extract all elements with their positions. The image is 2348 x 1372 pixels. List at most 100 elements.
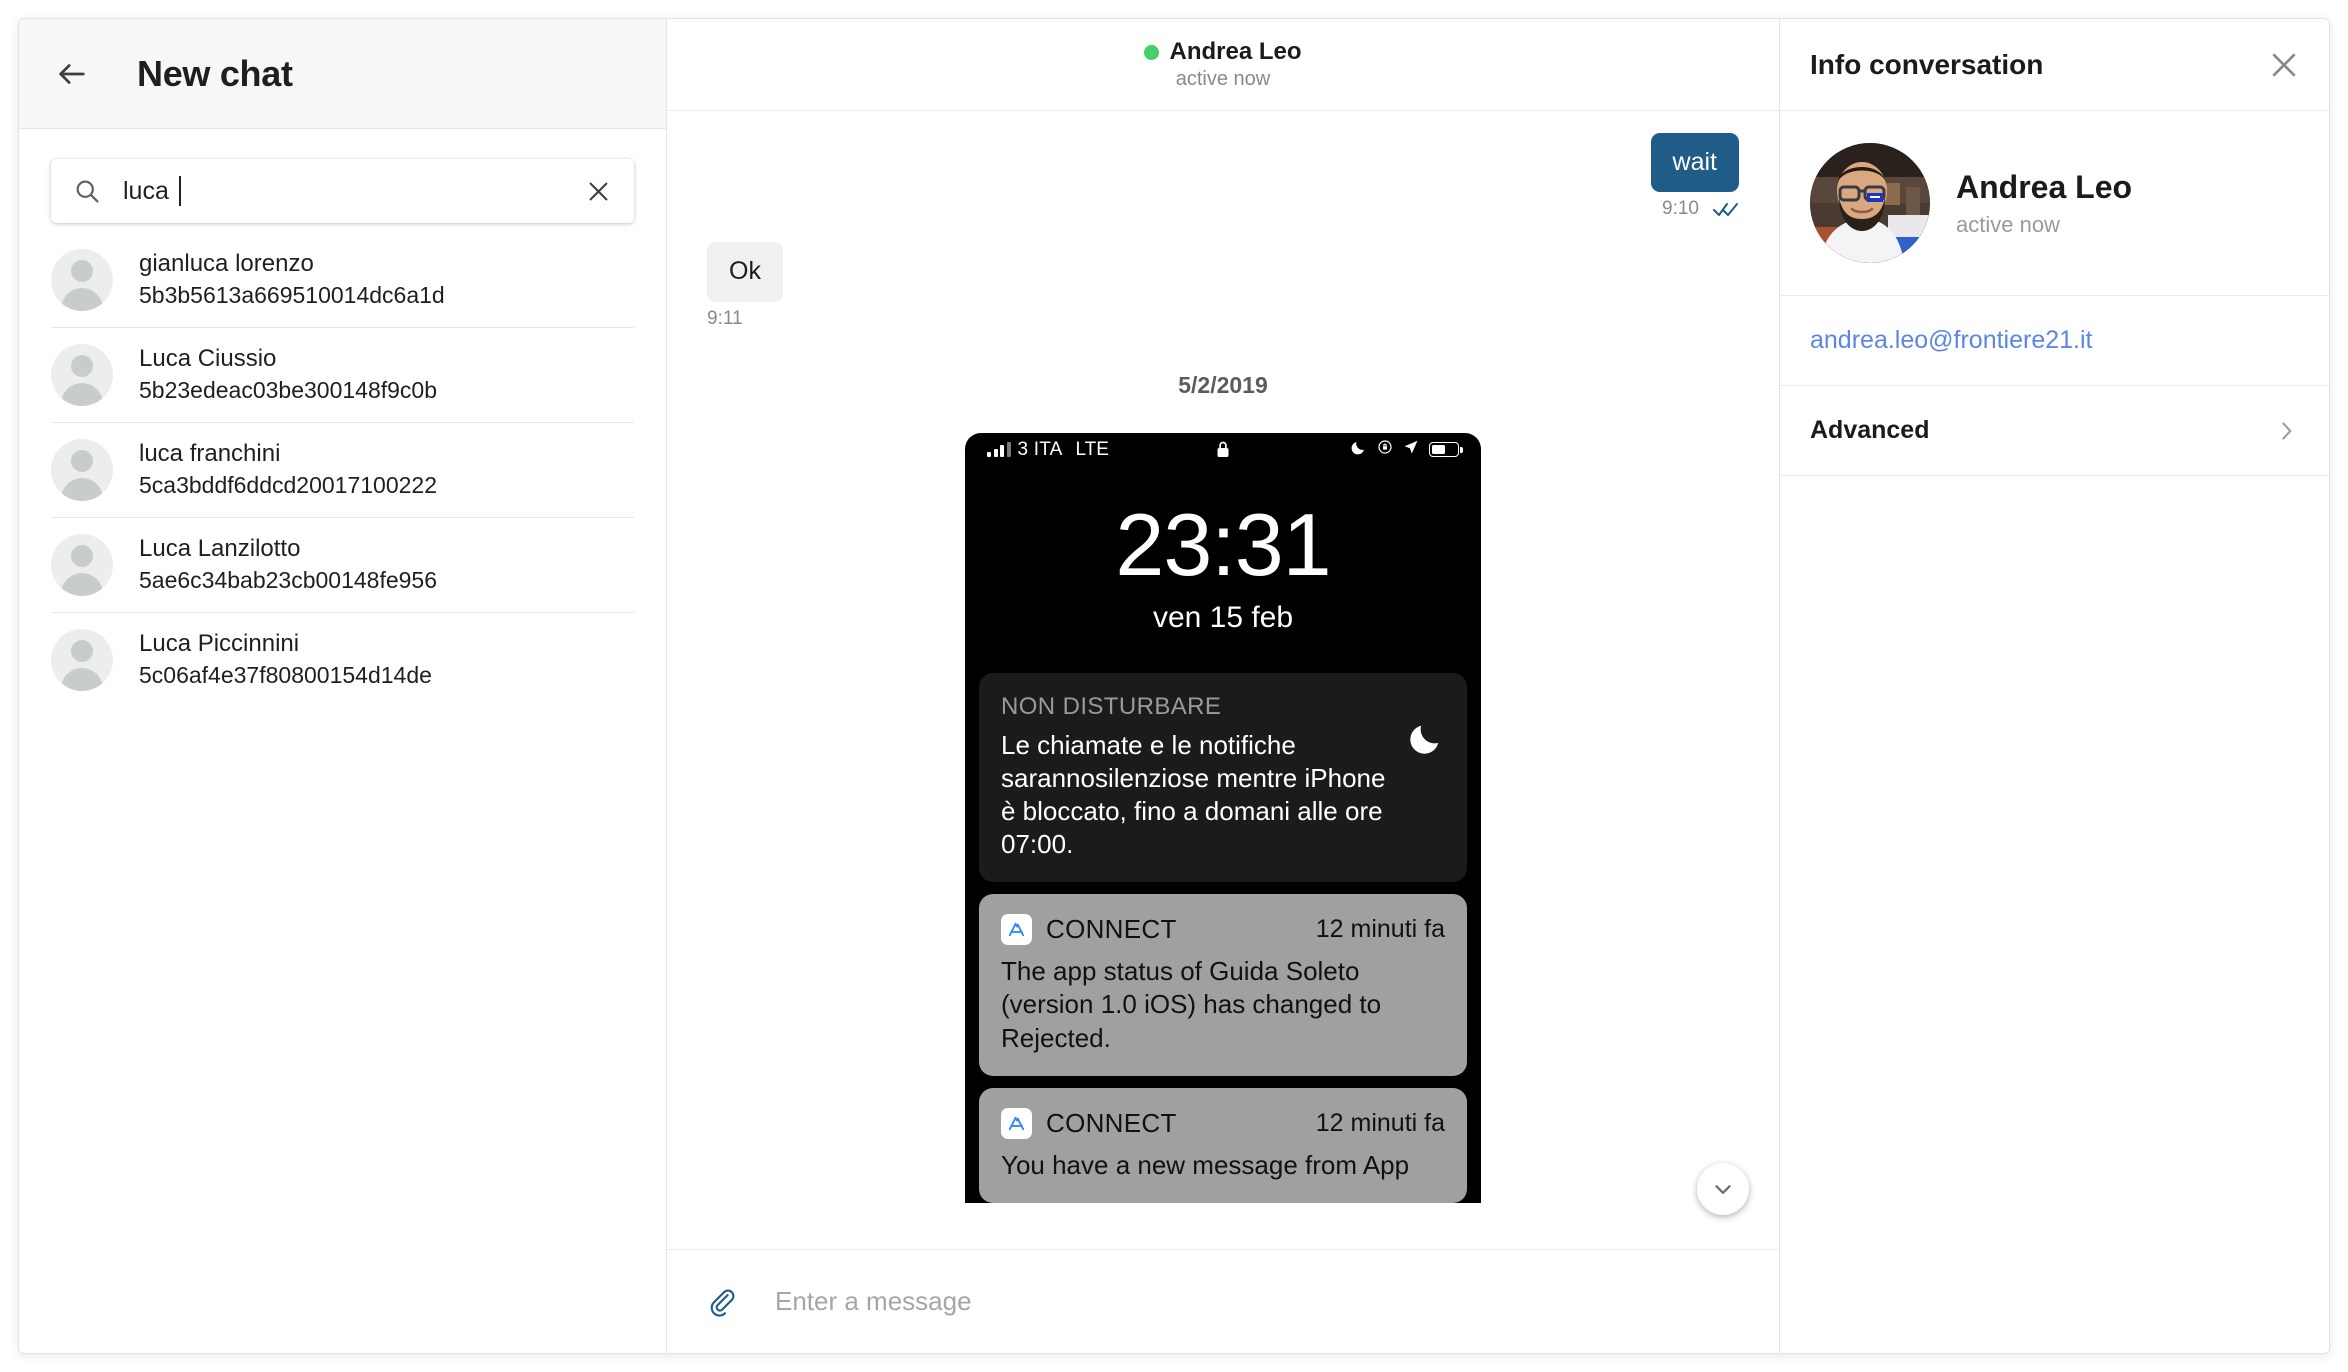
network-label: LTE (1075, 438, 1109, 460)
contact-name: Luca Lanzilotto (139, 535, 301, 563)
lockscreen-clock: 23:31 ven 15 feb (965, 467, 1481, 635)
avatar (51, 249, 113, 311)
conversation-title: Andrea Leo (1144, 38, 1302, 66)
conversation-contact-name: Andrea Leo (1169, 38, 1302, 65)
search-input[interactable]: luca (51, 159, 634, 223)
contact-id: 5b3b5613a669510014dc6a1d (139, 282, 445, 309)
message-meta: 9:10 (1662, 198, 1739, 220)
date-divider: 5/2/2019 (1178, 371, 1268, 398)
list-item[interactable]: gianluca lorenzo 5b3b5613a669510014dc6a1… (51, 233, 634, 328)
text-caret (178, 176, 181, 206)
contact-text: luca franchini 5ca3bddf6ddcd20017100222 (139, 440, 437, 499)
back-arrow-icon[interactable] (55, 57, 89, 91)
message-input[interactable] (775, 1286, 1739, 1317)
rotation-lock-icon (1377, 439, 1393, 461)
app-store-icon (1001, 1107, 1032, 1139)
read-receipt-icon (1713, 200, 1739, 218)
lock-icon (1216, 440, 1231, 459)
contact-name: luca franchini (139, 440, 281, 468)
avatar (51, 629, 113, 691)
notification-list: NON DISTURBARE Le chiamate e le notifich… (965, 635, 1481, 1203)
list-item[interactable]: Luca Ciussio 5b23edeac03be300148f9c0b (51, 328, 634, 423)
avatar (51, 534, 113, 596)
status-bar-left: 3 ITA LTE (987, 439, 1109, 461)
message-outgoing: wait 9:10 (707, 133, 1739, 220)
new-chat-panel: New chat luca gianluca lorenzo 5b3b5613a… (19, 19, 667, 1353)
contact-name: Luca Ciussio (139, 345, 277, 373)
message-composer (667, 1249, 1779, 1353)
avatar (51, 344, 113, 406)
contact-results-list: gianluca lorenzo 5b3b5613a669510014dc6a1… (19, 233, 666, 707)
notification-app-name: CONNECT (1046, 1107, 1177, 1138)
online-status-dot (1144, 44, 1160, 60)
contact-id: 5b23edeac03be300148f9c0b (139, 377, 438, 404)
dnd-body: NON DISTURBARE Le chiamate e le notifich… (1001, 693, 1395, 862)
contact-id: 5ae6c34bab23cb00148fe956 (139, 567, 438, 594)
chevron-right-icon (2273, 418, 2299, 444)
list-item[interactable]: luca franchini 5ca3bddf6ddcd20017100222 (51, 423, 634, 518)
notification-time: 12 minuti fa (1315, 914, 1445, 943)
message-bubble: wait (1650, 133, 1739, 193)
moon-icon (1409, 719, 1445, 760)
info-profile: Andrea Leo active now (1780, 111, 2329, 296)
chevron-down-icon[interactable] (1697, 1163, 1749, 1215)
phone-status-bar: 3 ITA LTE (965, 433, 1481, 467)
info-contact-presence: active now (1956, 211, 2060, 237)
advanced-label: Advanced (1810, 416, 1930, 444)
contact-text: Luca Ciussio 5b23edeac03be300148f9c0b (139, 345, 437, 404)
conversation-panel: Andrea Leo active now wait 9:10 Ok 9:11 … (667, 19, 1779, 1353)
app-store-icon (1001, 913, 1032, 945)
contact-text: gianluca lorenzo 5b3b5613a669510014dc6a1… (139, 250, 445, 309)
notification-time: 12 minuti fa (1315, 1108, 1445, 1137)
close-icon[interactable] (585, 178, 612, 205)
search-container: luca (19, 129, 666, 223)
chat-application-window: New chat luca gianluca lorenzo 5b3b5613a… (18, 18, 2330, 1354)
battery-icon (1429, 442, 1463, 457)
message-time: 9:11 (707, 307, 743, 329)
dnd-title: NON DISTURBARE (1001, 692, 1222, 720)
contact-name: Luca Piccinnini (139, 630, 300, 658)
message-time: 9:10 (1662, 198, 1699, 220)
carrier-label: 3 ITA (1017, 438, 1063, 460)
notification-connect: CONNECT 12 minuti fa You have a new mess… (979, 1087, 1467, 1203)
location-arrow-icon (1403, 439, 1419, 461)
contact-text: Luca Piccinnini 5c06af4e37f80800154d14de (139, 630, 432, 689)
contact-text: Luca Lanzilotto 5ae6c34bab23cb00148fe956 (139, 535, 437, 594)
search-icon (73, 177, 101, 205)
notification-header: CONNECT 12 minuti fa (1001, 913, 1445, 945)
notification-body: The app status of Guida Soleto (version … (1001, 955, 1382, 1054)
message-meta: 9:11 (707, 308, 743, 330)
message-incoming: Ok 9:11 (707, 242, 1739, 329)
list-item[interactable]: Luca Piccinnini 5c06af4e37f80800154d14de (51, 613, 634, 707)
message-bubble: Ok (707, 242, 783, 302)
email-link[interactable]: andrea.leo@frontiere21.it (1810, 326, 2093, 355)
conversation-presence: active now (1175, 68, 1271, 90)
lockscreen-date: ven 15 feb (1152, 600, 1294, 634)
info-advanced-row[interactable]: Advanced (1780, 386, 2329, 476)
notification-do-not-disturb: NON DISTURBARE Le chiamate e le notifich… (979, 672, 1467, 882)
attachment-image-container[interactable]: 3 ITA LTE 23:31 ven 15 feb NON DISTURBAR… (707, 432, 1739, 1203)
info-email-row[interactable]: andrea.leo@frontiere21.it (1780, 296, 2329, 386)
notification-connect: CONNECT 12 minuti fa The app status of G… (979, 893, 1467, 1076)
info-profile-text: Andrea Leo active now (1956, 169, 2132, 238)
lockscreen-time: 23:31 (1115, 494, 1331, 594)
list-item[interactable]: Luca Lanzilotto 5ae6c34bab23cb00148fe956 (51, 518, 634, 613)
info-contact-name: Andrea Leo (1956, 168, 2133, 205)
notification-header: CONNECT 12 minuti fa (1001, 1107, 1445, 1139)
close-icon[interactable] (2267, 48, 2301, 82)
dnd-text: Le chiamate e le notifiche sarannosilenz… (1001, 729, 1386, 860)
avatar (1810, 143, 1930, 263)
avatar (51, 439, 113, 501)
info-conversation-panel: Info conversation Andrea Leo active now … (1779, 19, 2329, 1353)
contact-id: 5c06af4e37f80800154d14de (139, 662, 432, 689)
search-value-wrapper: luca (123, 176, 563, 206)
message-list[interactable]: wait 9:10 Ok 9:11 5/2/2019 3 ITA LTE 23:… (667, 111, 1779, 1249)
notification-app-name: CONNECT (1046, 913, 1177, 944)
signal-bars-icon (987, 442, 1011, 457)
new-chat-header: New chat (19, 19, 666, 129)
paperclip-icon[interactable] (707, 1287, 737, 1317)
search-value: luca (123, 176, 169, 205)
page-title: New chat (137, 52, 293, 94)
notification-body: You have a new message from App (1001, 1149, 1410, 1180)
moon-icon (1351, 439, 1367, 461)
